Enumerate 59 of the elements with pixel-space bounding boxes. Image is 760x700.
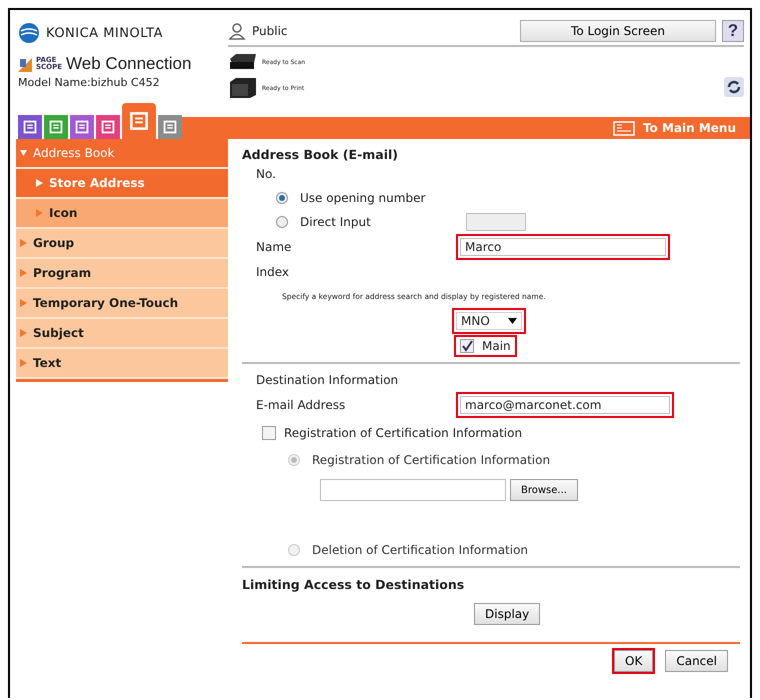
- sidebar-item[interactable]: Group: [16, 229, 228, 259]
- checkbox[interactable]: [460, 339, 474, 353]
- model-name: Model Name:bizhub C452: [18, 76, 161, 89]
- field-label: No.: [256, 167, 276, 181]
- user-icon: [228, 22, 246, 40]
- email-input-field[interactable]: marco@marconet.com: [460, 396, 670, 414]
- caret-icon: [508, 318, 517, 324]
- browse-button[interactable]: Browse...: [510, 479, 578, 501]
- name-input-field[interactable]: Marco: [460, 238, 666, 256]
- radio-label: Direct Input: [300, 215, 372, 229]
- product-name: Web Connection: [66, 54, 192, 74]
- radio-label: Registration of Certification Information: [312, 453, 550, 467]
- checkbox-label: Registration of Certification Information: [284, 426, 522, 440]
- section-title: Address Book (E-mail): [242, 147, 399, 162]
- radio-button[interactable]: [276, 192, 288, 204]
- radio-label: Deletion of Certification Information: [312, 543, 528, 557]
- login-button[interactable]: To Login Screen: [520, 20, 716, 42]
- mode-tab[interactable]: [158, 115, 182, 139]
- radio-label: Use opening number: [300, 191, 426, 205]
- field-label: E-mail Address: [256, 398, 346, 412]
- brand-name: KONICA MINOLTA: [46, 26, 163, 40]
- triangle-right-icon: [36, 209, 43, 217]
- mode-tab[interactable]: [70, 115, 94, 139]
- triangle-right-icon: [36, 179, 43, 187]
- globe-logo-icon: [18, 22, 40, 44]
- field-label: Index: [256, 265, 290, 279]
- printer-icon: [228, 77, 258, 99]
- triangle-right-icon: [20, 329, 27, 337]
- display-button[interactable]: Display: [474, 603, 540, 625]
- sidebar-item[interactable]: Program: [16, 259, 228, 289]
- file-path-field[interactable]: [320, 479, 506, 501]
- triangle-right-icon: [20, 359, 27, 367]
- user-name: Public: [252, 24, 289, 38]
- menu-icon: [612, 120, 635, 136]
- triangle-down-icon: [20, 149, 27, 157]
- mode-tab[interactable]: [96, 115, 120, 139]
- mode-tab[interactable]: [18, 115, 42, 139]
- mode-tab[interactable]: [122, 103, 156, 139]
- scanner-icon: [228, 53, 258, 71]
- index-dropdown[interactable]: MNO: [456, 312, 522, 330]
- sidebar-item[interactable]: Temporary One-Touch: [16, 289, 228, 319]
- mode-tab[interactable]: [44, 115, 68, 139]
- checkbox-label: Main: [482, 339, 511, 353]
- sidebar-item[interactable]: Icon: [16, 199, 228, 229]
- section-title: Limiting Access to Destinations: [242, 576, 464, 592]
- sidebar-item[interactable]: Subject: [16, 319, 228, 349]
- sidebar-item[interactable]: Text: [16, 349, 228, 379]
- triangle-right-icon: [20, 239, 27, 247]
- triangle-right-icon: [20, 299, 27, 307]
- ok-button[interactable]: OK: [614, 650, 654, 672]
- checkbox[interactable]: [262, 426, 276, 440]
- field-label: Name: [256, 240, 292, 254]
- triangle-right-icon: [20, 269, 27, 277]
- radio-button[interactable]: [276, 216, 288, 228]
- subsection-title: Destination Information: [256, 373, 398, 387]
- refresh-icon[interactable]: [724, 77, 744, 97]
- logo-mark-icon: [18, 56, 32, 72]
- help-button[interactable]: ?: [722, 20, 744, 42]
- cancel-button[interactable]: Cancel: [665, 650, 728, 672]
